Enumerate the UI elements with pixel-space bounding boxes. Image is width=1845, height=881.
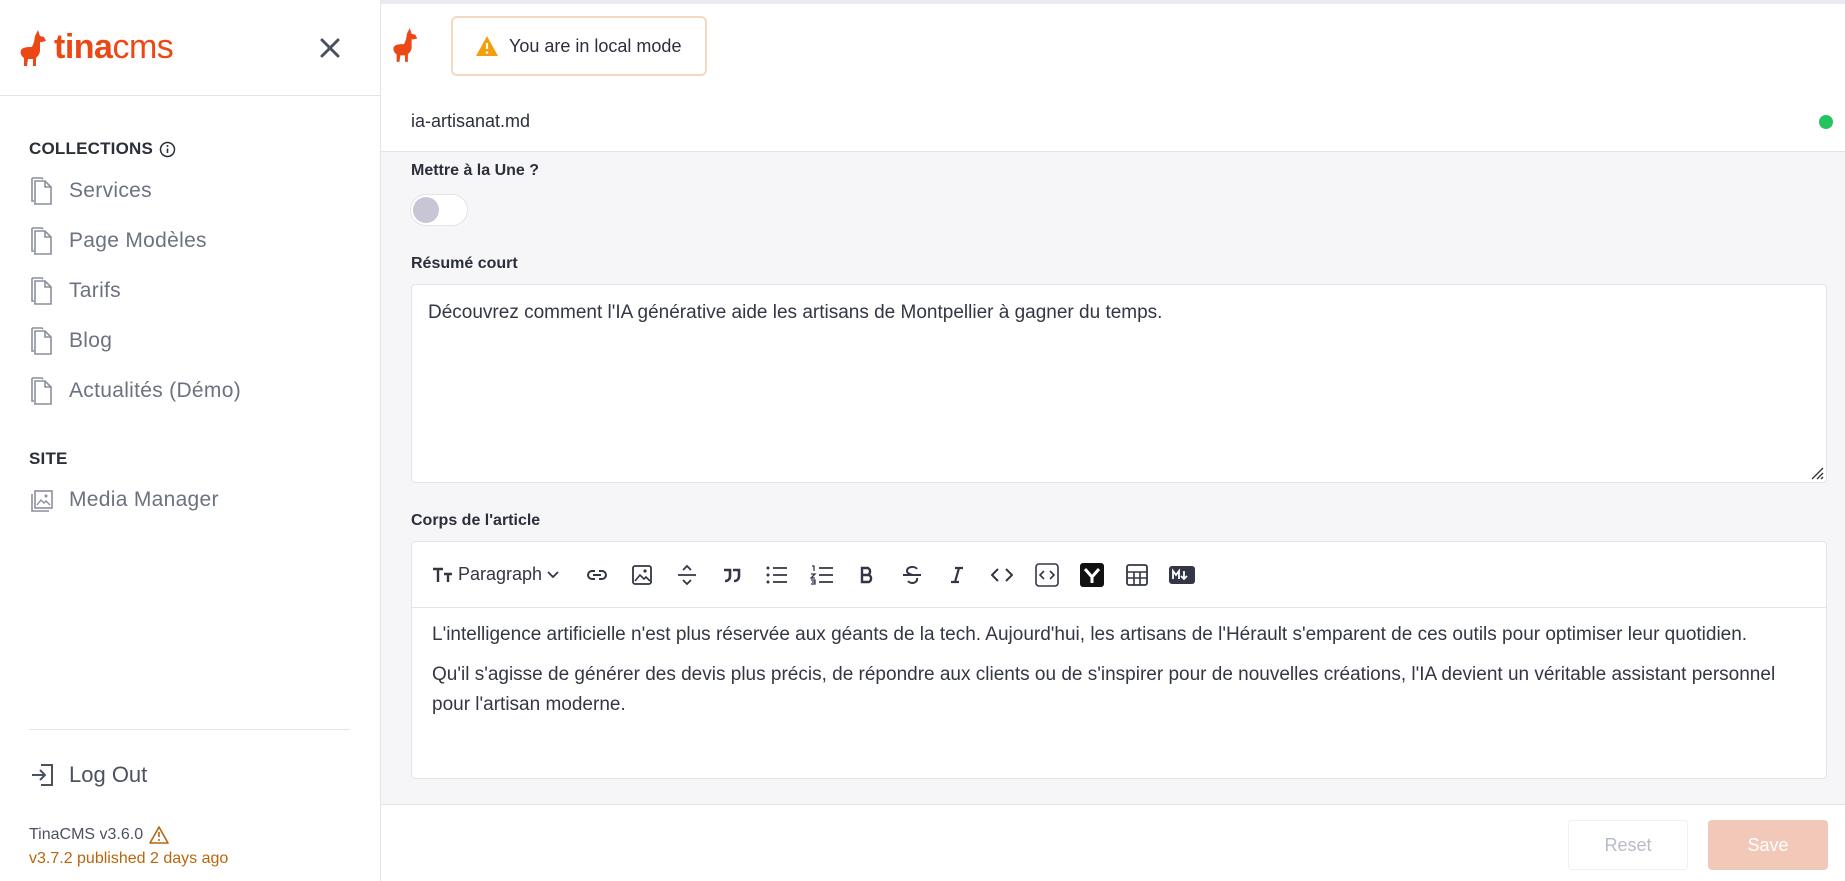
quote-icon xyxy=(723,568,740,582)
ordered-list-icon xyxy=(809,564,833,585)
info-icon[interactable] xyxy=(159,141,176,158)
document-icon xyxy=(31,377,52,405)
top-header: You are in local mode ia-artisanat.md xyxy=(381,0,1845,152)
warning-icon xyxy=(476,36,498,56)
sidebar-item-tarifs[interactable]: Tarifs xyxy=(29,276,121,306)
summary-label: Résumé court xyxy=(411,255,518,272)
italic-button[interactable] xyxy=(934,555,979,595)
version-label: TinaCMS v3.6.0 xyxy=(29,826,169,844)
media-icon xyxy=(31,490,53,512)
sync-status-indicator xyxy=(1819,115,1833,129)
code-block-icon xyxy=(1034,562,1059,587)
table-button[interactable] xyxy=(1114,555,1159,595)
bullet-list-icon xyxy=(766,566,787,583)
sidebar-item-media-manager[interactable]: Media Manager xyxy=(29,486,219,514)
sidebar-item-services[interactable]: Services xyxy=(29,176,152,206)
warning-icon xyxy=(149,826,169,844)
summary-textarea[interactable]: Découvrez comment l'IA générative aide l… xyxy=(411,284,1827,483)
code-icon xyxy=(990,567,1013,582)
document-icon xyxy=(31,277,52,305)
editor-content[interactable]: L'intelligence artificielle n'est plus r… xyxy=(412,608,1826,742)
sidebar: tinacms COLLECTIONS Services Page Modèle… xyxy=(0,0,381,881)
link-button[interactable] xyxy=(574,555,619,595)
code-block-button[interactable] xyxy=(1024,555,1069,595)
document-icon xyxy=(31,227,52,255)
body-paragraph: Qu'il s'agisse de générer des devis plus… xyxy=(432,664,1776,715)
bullet-list-button[interactable] xyxy=(754,555,799,595)
featured-label: Mettre à la Une ? xyxy=(411,162,540,179)
code-button[interactable] xyxy=(979,555,1024,595)
site-heading: SITE xyxy=(29,449,68,468)
resize-handle-icon[interactable] xyxy=(1808,464,1824,480)
featured-toggle[interactable] xyxy=(410,194,468,226)
sidebar-item-blog[interactable]: Blog xyxy=(29,326,112,356)
summary-text: Découvrez comment l'IA générative aide l… xyxy=(428,302,1163,323)
block-type-select[interactable]: Paragraph xyxy=(432,564,560,585)
main-panel: You are in local mode ia-artisanat.md Me… xyxy=(381,0,1845,881)
editor-toolbar: Paragraph xyxy=(412,542,1826,608)
bold-button[interactable] xyxy=(844,555,889,595)
rich-text-editor: Paragraph L'intelligence artificielle n'… xyxy=(411,541,1827,779)
markdown-icon xyxy=(1168,565,1195,584)
embed-icon xyxy=(1079,562,1104,587)
document-form: Mettre à la Une ? Résumé court Découvrez… xyxy=(381,152,1845,805)
divider-icon xyxy=(677,564,696,585)
close-icon xyxy=(320,38,340,58)
llama-icon xyxy=(20,29,46,66)
image-button[interactable] xyxy=(619,555,664,595)
markdown-button[interactable] xyxy=(1159,555,1204,595)
italic-icon xyxy=(950,566,963,583)
sidebar-item-actualites[interactable]: Actualités (Démo) xyxy=(29,376,241,406)
document-icon xyxy=(31,327,52,355)
divider-button[interactable] xyxy=(664,555,709,595)
body-label: Corps de l'article xyxy=(411,512,541,529)
llama-icon xyxy=(393,28,418,62)
logout-button[interactable]: Log Out xyxy=(29,762,147,788)
save-button[interactable]: Save xyxy=(1708,820,1828,870)
ordered-list-button[interactable] xyxy=(799,555,844,595)
bold-icon xyxy=(860,566,872,583)
sidebar-item-page-modeles[interactable]: Page Modèles xyxy=(29,226,207,256)
local-mode-badge: You are in local mode xyxy=(451,16,707,76)
toggle-knob xyxy=(413,197,439,223)
strikethrough-button[interactable] xyxy=(889,555,934,595)
body-paragraph: L'intelligence artificielle n'est plus r… xyxy=(432,624,1748,645)
quote-button[interactable] xyxy=(709,555,754,595)
brand-header: tinacms xyxy=(0,0,380,96)
table-icon xyxy=(1125,563,1148,586)
image-icon xyxy=(631,564,652,585)
logout-icon xyxy=(32,764,53,786)
reset-button[interactable]: Reset xyxy=(1568,820,1688,870)
tinacms-logo[interactable]: tinacms xyxy=(18,28,174,68)
strikethrough-icon xyxy=(902,565,921,584)
collections-heading: COLLECTIONS xyxy=(29,139,176,159)
document-filename: ia-artisanat.md xyxy=(411,111,531,131)
update-notice[interactable]: v3.7.2 published 2 days ago xyxy=(29,850,228,868)
text-size-icon xyxy=(433,567,452,582)
link-icon xyxy=(586,569,607,580)
chevron-down-icon xyxy=(547,570,559,578)
sidebar-divider xyxy=(29,729,350,730)
embed-button[interactable] xyxy=(1069,555,1114,595)
document-icon xyxy=(31,177,52,205)
tina-llama-button[interactable] xyxy=(391,24,421,71)
close-sidebar-button[interactable] xyxy=(316,34,344,62)
